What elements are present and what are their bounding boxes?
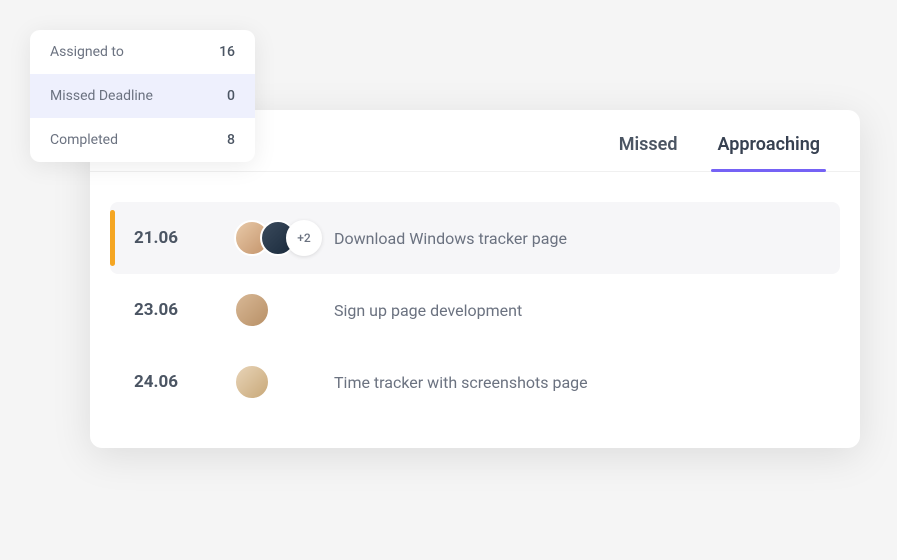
avatar-group: +2 xyxy=(234,220,304,256)
task-title: Download Windows tracker page xyxy=(334,229,816,248)
avatar xyxy=(234,364,270,400)
task-row[interactable]: 24.06 Time tracker with screenshots page xyxy=(110,346,840,418)
avatar-more-count[interactable]: +2 xyxy=(286,220,322,256)
stats-value: 16 xyxy=(219,44,235,60)
task-date: 23.06 xyxy=(134,300,204,320)
stats-value: 0 xyxy=(227,88,235,104)
stats-value: 8 xyxy=(227,132,235,148)
avatar-group xyxy=(234,364,304,400)
tab-missed[interactable]: Missed xyxy=(619,134,678,171)
stats-card: Assigned to 16 Missed Deadline 0 Complet… xyxy=(30,30,255,162)
task-title: Sign up page development xyxy=(334,301,816,320)
task-row[interactable]: 23.06 Sign up page development xyxy=(110,274,840,346)
stats-row-completed[interactable]: Completed 8 xyxy=(30,118,255,162)
task-list: 21.06 +2 Download Windows tracker page 2… xyxy=(90,172,860,418)
stats-row-missed-deadline[interactable]: Missed Deadline 0 xyxy=(30,74,255,118)
task-date: 21.06 xyxy=(134,228,204,248)
task-row[interactable]: 21.06 +2 Download Windows tracker page xyxy=(110,202,840,274)
stats-row-assigned[interactable]: Assigned to 16 xyxy=(30,30,255,74)
avatar-group xyxy=(234,292,304,328)
stats-label: Completed xyxy=(50,132,118,148)
stats-label: Missed Deadline xyxy=(50,88,153,104)
tab-approaching[interactable]: Approaching xyxy=(717,134,820,171)
task-date: 24.06 xyxy=(134,372,204,392)
stats-label: Assigned to xyxy=(50,44,124,60)
avatar xyxy=(234,292,270,328)
task-title: Time tracker with screenshots page xyxy=(334,373,816,392)
